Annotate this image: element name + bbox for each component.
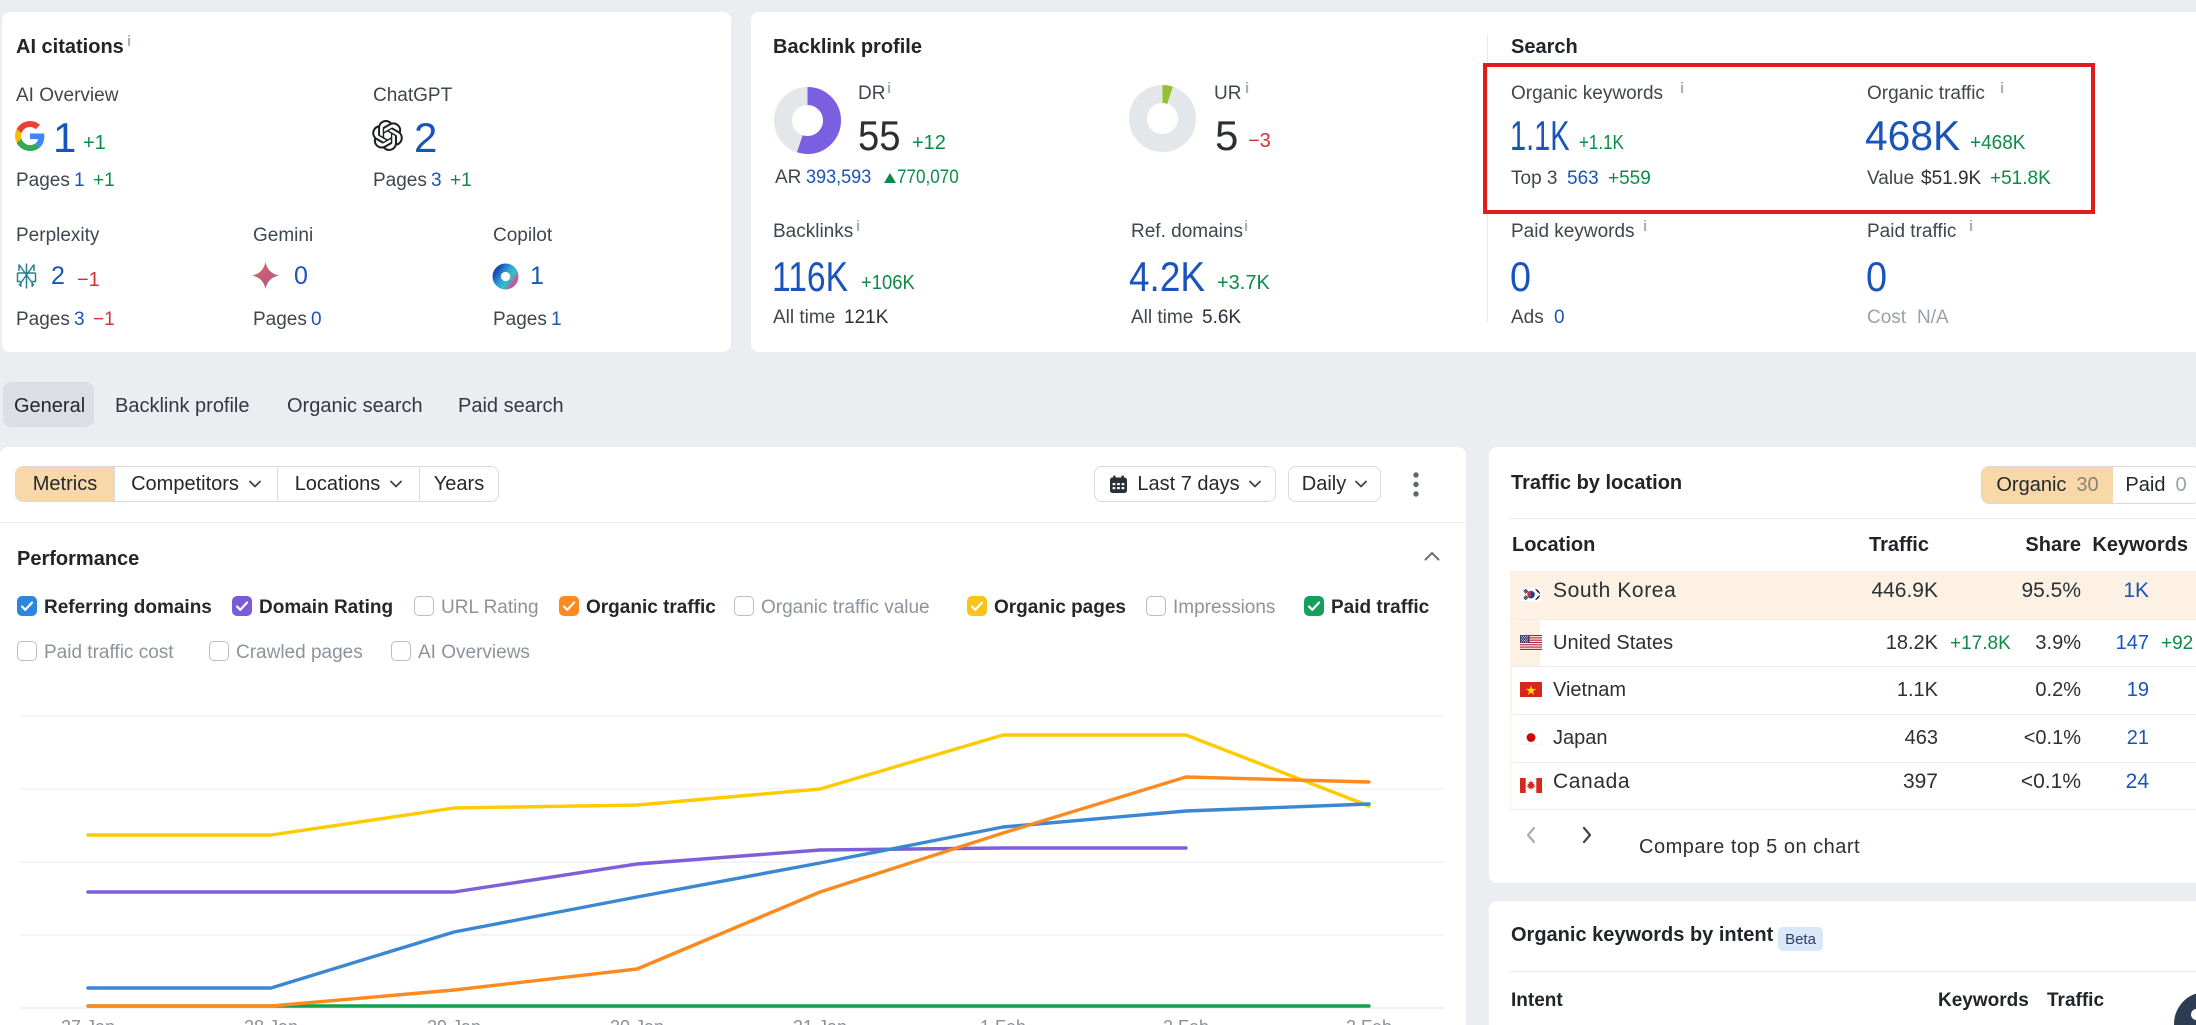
svg-text:29 Jan: 29 Jan <box>427 1017 481 1025</box>
svg-text:30 Jan: 30 Jan <box>610 1017 664 1025</box>
svg-text:27 Jan: 27 Jan <box>61 1017 115 1025</box>
svg-text:31 Jan: 31 Jan <box>793 1017 847 1025</box>
svg-text:2 Feb: 2 Feb <box>1163 1017 1209 1025</box>
svg-text:3 Feb: 3 Feb <box>1346 1017 1392 1025</box>
svg-text:1 Feb: 1 Feb <box>980 1017 1026 1025</box>
svg-text:28 Jan: 28 Jan <box>244 1017 298 1025</box>
